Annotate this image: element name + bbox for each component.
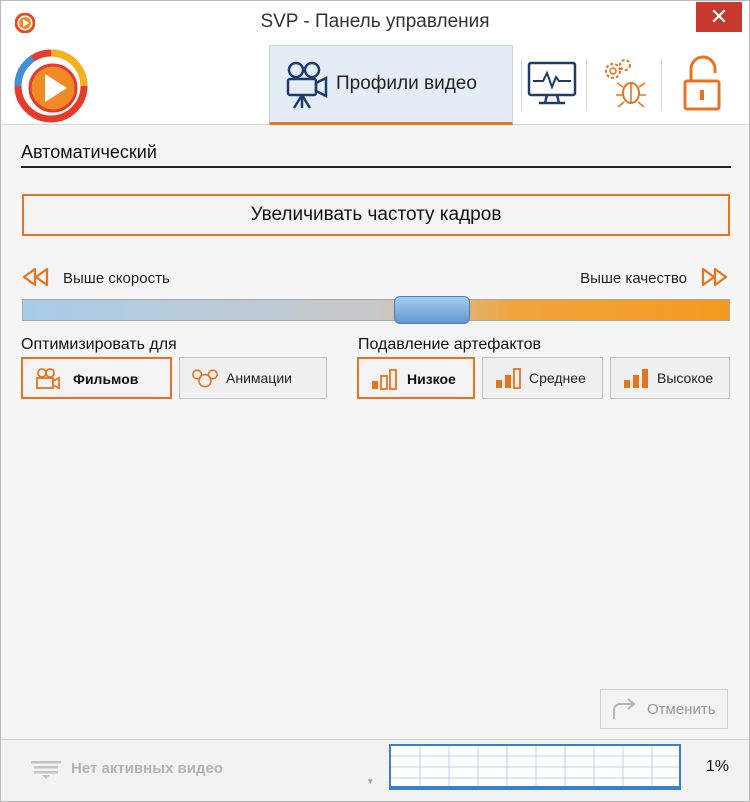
unlocked-padlock-icon[interactable] (673, 45, 735, 123)
slider-handle[interactable] (394, 296, 470, 324)
animation-label: Анимации (226, 370, 292, 386)
bars-icon (624, 369, 648, 388)
list-icon (31, 761, 61, 779)
mouse-ears-icon (192, 369, 218, 388)
chevron-down-icon[interactable]: ▾ (368, 776, 373, 787)
cancel-button[interactable]: Отменить (600, 689, 728, 729)
cpu-usage-graph (389, 744, 681, 790)
film-camera-icon (36, 368, 60, 390)
monitor-pulse-icon[interactable] (521, 45, 583, 123)
films-label: Фильмов (73, 371, 139, 387)
svp-window: SVP - Панель управления ✕ Профили видео (0, 0, 750, 802)
artifacts-low-label: Низкое (407, 371, 456, 387)
artifacts-high-button[interactable]: Высокое (610, 357, 730, 399)
optimize-films-button[interactable]: Фильмов (21, 357, 172, 399)
tab-separator (586, 59, 587, 111)
speed-quality-slider[interactable] (22, 296, 730, 324)
artifacts-medium-label: Среднее (529, 370, 586, 386)
optimize-animation-button[interactable]: Анимации (179, 357, 327, 399)
no-active-videos-label[interactable]: Нет активных видео (71, 760, 223, 777)
tab-separator (661, 59, 662, 111)
double-arrow-right-icon (701, 267, 728, 287)
artifact-suppression-title: Подавление артефактов (358, 336, 542, 353)
artifacts-low-button[interactable]: Низкое (357, 357, 475, 399)
higher-speed-label: Выше скорость (63, 270, 170, 287)
double-arrow-left-icon (22, 267, 49, 287)
tab-video-profiles[interactable]: Профили видео (269, 45, 513, 125)
title-bar: SVP - Панель управления ✕ (1, 1, 749, 43)
tab-video-profiles-label: Профили видео (336, 73, 477, 94)
profile-name-underline (21, 166, 731, 168)
optimize-for-title: Оптимизировать для (21, 336, 177, 353)
profile-panel: Автоматический Увеличивать частоту кадро… (1, 126, 749, 738)
bars-icon (372, 369, 397, 390)
status-bar: Нет активных видео ▾ 1% (1, 739, 749, 801)
window-title: SVP - Панель управления (260, 11, 490, 32)
profile-name[interactable]: Автоматический (21, 142, 157, 163)
artifacts-high-label: Высокое (657, 370, 714, 386)
bars-icon (496, 368, 521, 389)
gears-bug-icon[interactable] (591, 45, 653, 123)
cpu-percent: 1% (705, 758, 729, 775)
undo-arrow-icon (613, 698, 636, 719)
artifacts-medium-button[interactable]: Среднее (482, 357, 603, 399)
svp-logo-icon (14, 49, 88, 123)
increase-framerate-button[interactable]: Увеличивать частоту кадров (22, 194, 730, 236)
video-camera-icon (286, 61, 328, 109)
main-toolbar: Профили видео (1, 43, 749, 125)
close-button[interactable]: ✕ (696, 2, 742, 32)
higher-quality-label: Выше качество (580, 270, 687, 287)
cancel-label: Отменить (647, 701, 716, 718)
graph-grid (391, 746, 679, 788)
